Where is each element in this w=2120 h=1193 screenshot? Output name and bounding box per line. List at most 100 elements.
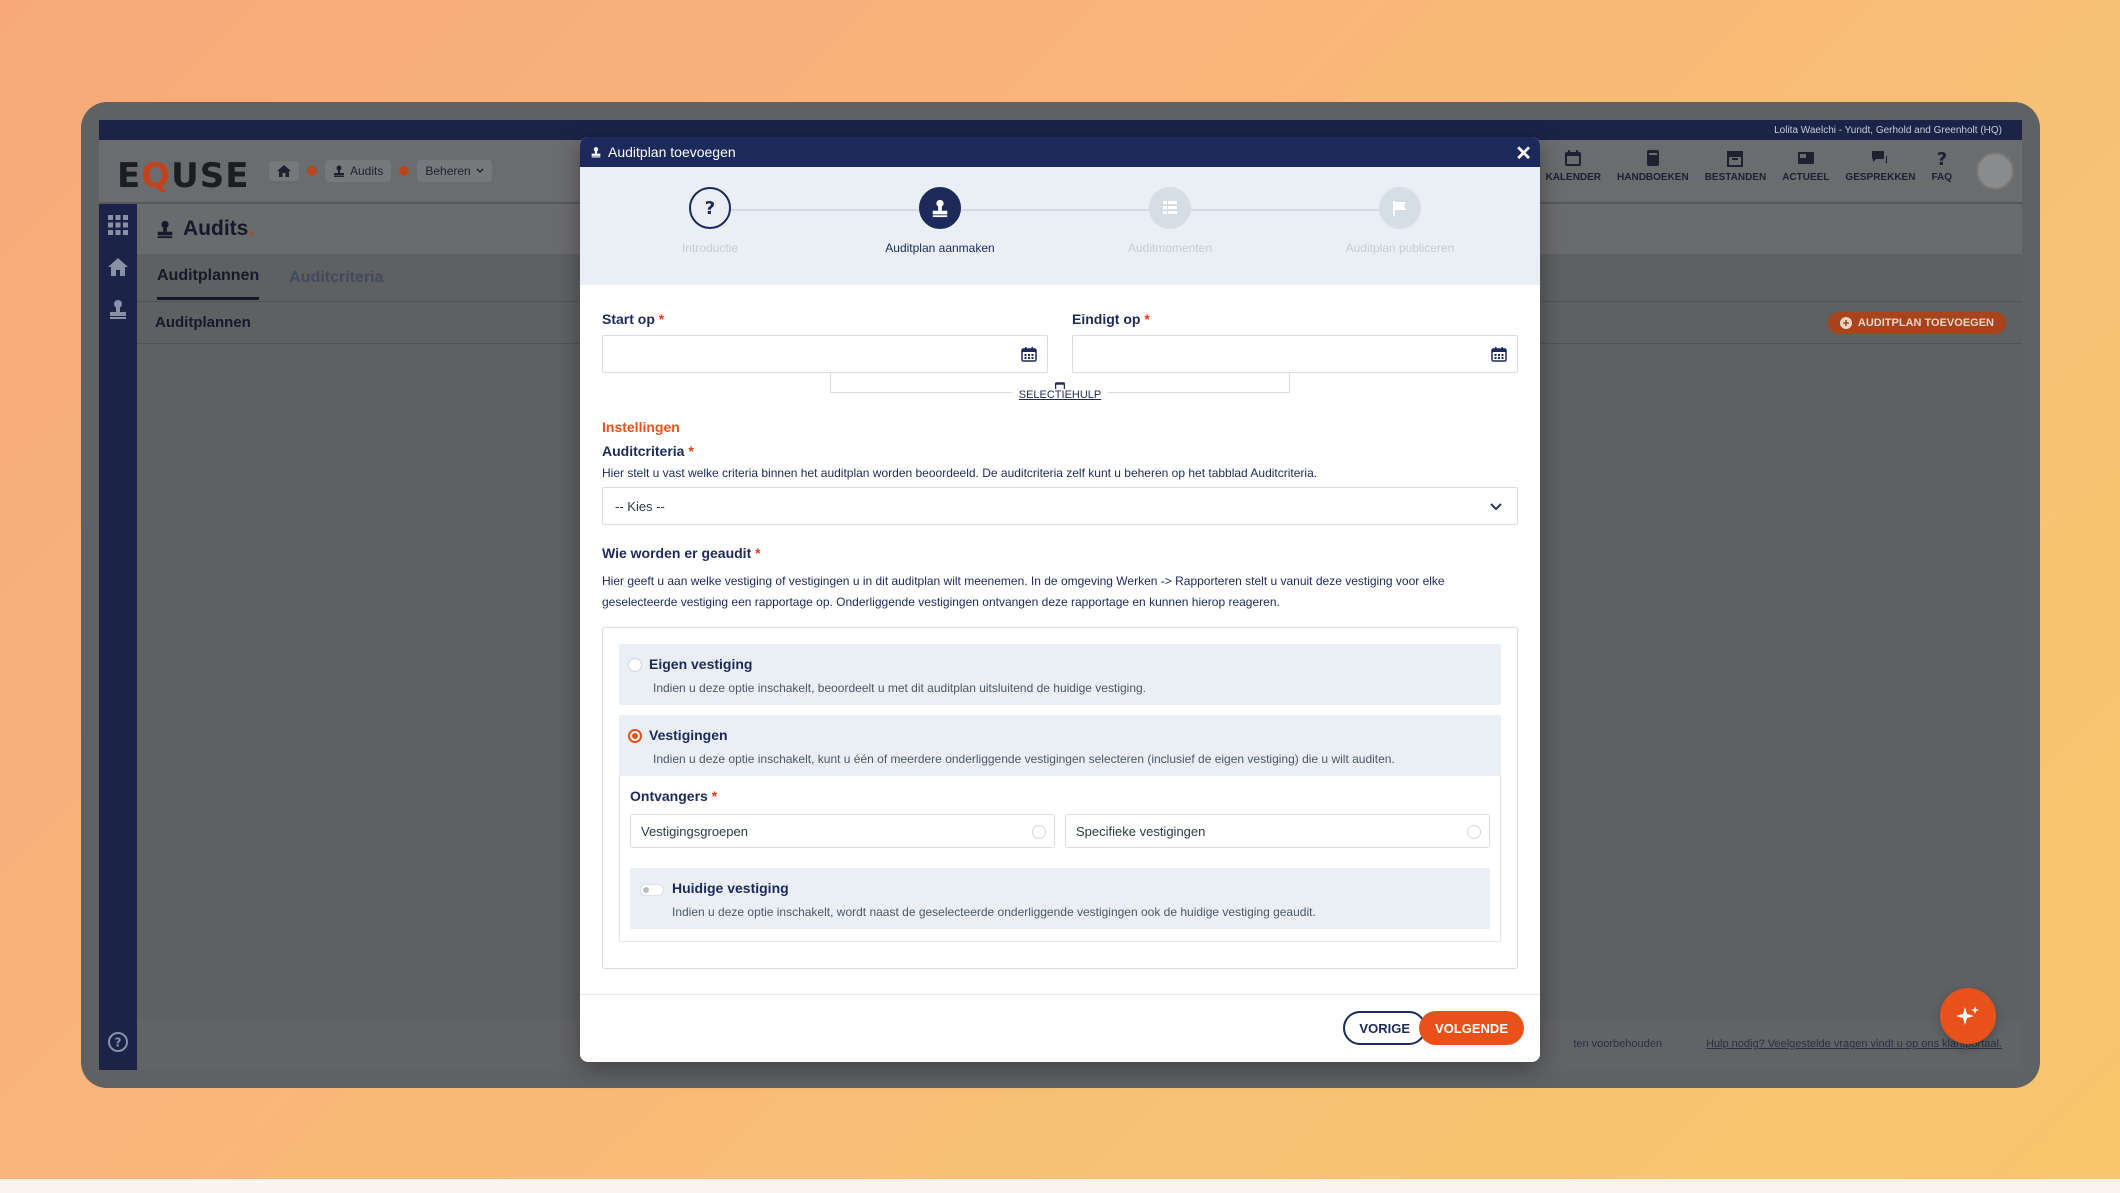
left-sidebar: ? — [99, 204, 137, 1070]
breadcrumb-separator-icon — [399, 166, 410, 176]
wizard-stepper: ? Introductie Auditplan aanmaken Auditmo… — [580, 167, 1540, 285]
toggle-description: Indien u deze optie inschakelt, wordt na… — [672, 905, 1316, 919]
calendar-icon — [1021, 347, 1037, 362]
modal-title-bar: Auditplan toevoegen — [580, 137, 1540, 167]
calendar-icon — [1565, 150, 1582, 166]
modal-title: Auditplan toevoegen — [608, 144, 736, 160]
sidebar-item-apps[interactable] — [99, 204, 137, 246]
beheren-label: Beheren — [425, 164, 471, 178]
next-button[interactable]: VOLGENDE — [1419, 1011, 1524, 1045]
sparkle-icon — [1956, 1006, 1979, 1025]
end-date-label: Eindigt op — [1072, 311, 1141, 327]
nav-item-faq[interactable]: ? FAQ — [1931, 148, 1952, 183]
option-locations[interactable]: Vestigingen Indien u deze optie inschake… — [619, 715, 1501, 776]
required-mark: * — [658, 311, 665, 327]
book-icon — [1646, 150, 1659, 166]
current-location-toggle-row: Huidige vestiging Indien u deze optie in… — [630, 868, 1490, 929]
chevron-down-icon — [1490, 503, 1502, 511]
radio-own-location[interactable] — [628, 658, 642, 672]
criteria-help-text: Hier stelt u vast welke criteria binnen … — [602, 466, 1318, 480]
section-title: Auditplannen — [155, 314, 251, 331]
tab-auditplannen[interactable]: Auditplannen — [157, 255, 260, 300]
option-own-location[interactable]: Eigen vestiging Indien u deze optie insc… — [619, 644, 1501, 705]
breadcrumb-separator-icon — [307, 166, 317, 176]
add-auditplan-modal: Auditplan toevoegen ✕ ? Introductie Audi… — [580, 137, 1540, 1062]
question-icon: ? — [1936, 149, 1946, 168]
nav-item-gesprekken[interactable]: GESPREKKEN — [1845, 148, 1915, 183]
beheren-dropdown[interactable]: Beheren — [417, 160, 492, 182]
option-title: Vestigingen — [649, 727, 728, 743]
audit-scope-box: Eigen vestiging Indien u deze optie insc… — [602, 627, 1518, 969]
flag-icon — [1379, 187, 1421, 229]
home-icon — [277, 165, 291, 177]
nav-item-bestanden[interactable]: BESTANDEN — [1705, 148, 1766, 183]
sidebar-item-audits[interactable] — [99, 288, 137, 330]
step-label: Auditplan publiceren — [1345, 241, 1455, 255]
option-description: Indien u deze optie inschakelt, beoordee… — [653, 681, 1147, 695]
spinner-icon — [1032, 825, 1046, 839]
nav-item-kalender[interactable]: KALENDER — [1545, 148, 1601, 183]
step-introductie[interactable]: ? Introductie — [610, 187, 810, 255]
audited-help-text: Hier geeft u aan welke vestiging of vest… — [602, 574, 1445, 609]
required-mark: * — [1144, 311, 1150, 327]
required-mark: * — [711, 788, 718, 804]
criteria-selected-value: -- Kies -- — [615, 498, 665, 514]
question-icon: ? — [689, 187, 731, 229]
home-icon — [108, 258, 128, 276]
chevron-down-icon — [476, 168, 484, 174]
current-location-toggle[interactable] — [640, 884, 664, 896]
modal-footer: VORIGE VOLGENDE — [580, 994, 1540, 1062]
selection-help-link[interactable]: SELECTIEHULP — [1012, 381, 1108, 401]
stamp-icon — [157, 220, 173, 239]
top-navigation: EN KALENDER HANDBOEKEN BESTANDEN ACTUEEL… — [1509, 148, 1952, 183]
stamp-icon — [591, 147, 601, 158]
spinner-icon — [1467, 825, 1481, 839]
nav-item-actueel[interactable]: ACTUEEL — [1782, 148, 1829, 183]
criteria-select[interactable]: -- Kies -- — [602, 487, 1518, 525]
chat-icon — [1872, 151, 1888, 164]
toggle-title: Huidige vestiging — [672, 880, 789, 896]
nav-item-handboeken[interactable]: HANDBOEKEN — [1617, 148, 1689, 183]
breadcrumb-audits-label: Audits — [350, 164, 384, 178]
receiver-specific-select[interactable]: Specifieke vestigingen — [1065, 814, 1490, 848]
stamp-icon — [334, 165, 344, 177]
locations-subpanel: Ontvangers * Vestigingsgroepen Specifiek… — [619, 776, 1501, 942]
breadcrumb: Audits Beheren — [269, 160, 492, 182]
start-date-label: Start op — [602, 311, 655, 327]
step-auditplan-aanmaken[interactable]: Auditplan aanmaken — [840, 187, 1040, 255]
user-avatar[interactable] — [1976, 152, 2014, 190]
grid-icon — [108, 215, 128, 235]
breadcrumb-audits[interactable]: Audits — [325, 160, 392, 182]
receivers-label: Ontvangers — [630, 788, 708, 804]
tab-auditcriteria[interactable]: Auditcriteria — [289, 257, 383, 299]
footer-rights: ten voorbehouden — [1573, 1038, 1662, 1050]
step-label: Auditplan aanmaken — [885, 241, 995, 255]
step-label: Introductie — [681, 241, 739, 255]
breadcrumb-home[interactable] — [269, 161, 299, 181]
step-auditmomenten[interactable]: Auditmomenten — [1070, 187, 1270, 255]
start-date-input[interactable] — [602, 335, 1048, 373]
calendar-icon — [1491, 347, 1507, 362]
step-auditplan-publiceren[interactable]: Auditplan publiceren — [1300, 187, 1500, 255]
page-bottom-strip — [0, 1179, 2120, 1193]
modal-body: Start op * Eindigt op * SELECTIEHULP Ins… — [580, 311, 1540, 969]
required-mark: * — [755, 545, 761, 561]
end-date-input[interactable] — [1072, 335, 1518, 373]
stamp-icon — [919, 187, 961, 229]
news-icon — [1797, 152, 1814, 164]
help-circle-icon[interactable]: ? — [107, 1031, 129, 1058]
criteria-label: Auditcriteria — [602, 443, 685, 459]
required-mark: * — [688, 443, 694, 459]
assistant-button[interactable] — [1940, 988, 1996, 1044]
close-icon[interactable]: ✕ — [1515, 141, 1532, 166]
selection-help-frame: SELECTIEHULP — [830, 373, 1290, 401]
sidebar-item-home[interactable] — [99, 246, 137, 288]
settings-title: Instellingen — [602, 419, 680, 435]
archive-icon — [1727, 151, 1744, 167]
previous-button[interactable]: VORIGE — [1343, 1011, 1426, 1045]
add-auditplan-button[interactable]: AUDITPLAN TOEVOEGEN — [1827, 312, 2006, 334]
equse-logo[interactable]: EQUSE — [117, 156, 249, 196]
receiver-groups-select[interactable]: Vestigingsgroepen — [630, 814, 1055, 848]
option-title: Eigen vestiging — [649, 656, 753, 672]
radio-locations[interactable] — [628, 729, 642, 743]
